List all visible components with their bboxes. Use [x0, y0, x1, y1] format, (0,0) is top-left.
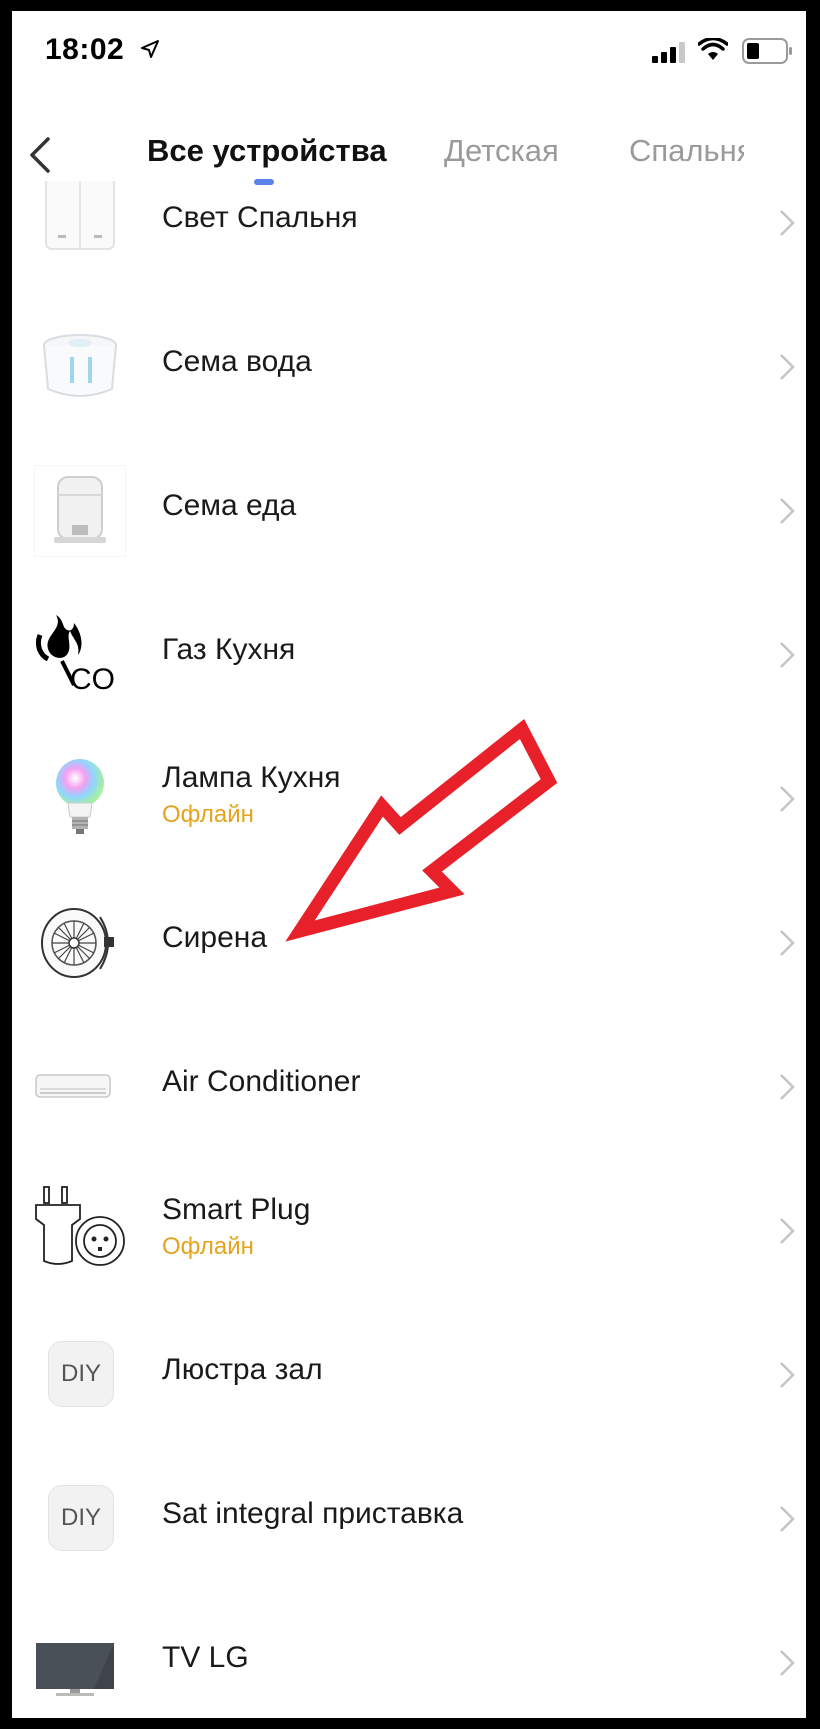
pet-water-fountain-icon — [43, 334, 117, 397]
diy-icon: DIY — [34, 1473, 126, 1565]
device-name: Лампа Кухня — [162, 761, 341, 794]
device-name: Сема вода — [162, 345, 312, 378]
status-time: 18:02 — [45, 33, 125, 66]
tab-all-devices[interactable]: Все устройства — [147, 133, 387, 169]
device-row-siren[interactable]: Сирена — [12, 871, 806, 1015]
siren-icon — [41, 908, 114, 978]
device-row-air-conditioner[interactable]: Air Conditioner — [12, 1015, 806, 1159]
active-tab-indicator — [254, 179, 274, 185]
device-name: Smart Plug — [162, 1193, 311, 1226]
nav-bar: Все устройства Детская Спальня — [12, 101, 806, 191]
bulb-icon — [56, 759, 104, 834]
device-row-pet-water[interactable]: Сема вода — [12, 295, 806, 439]
pet-feeder-icon — [34, 465, 126, 557]
phone-screen: Свет Спальня Сема вода Сема еда CO Газ К… — [12, 11, 806, 1718]
chevron-right-icon — [780, 1362, 795, 1388]
device-name: Air Conditioner — [162, 1065, 361, 1098]
device-row-tv-lg[interactable]: TV LG — [12, 1591, 806, 1718]
device-row-lamp-kitchen[interactable]: Лампа Кухня Офлайн — [12, 727, 806, 871]
device-row-chandelier-hall[interactable]: DIY Люстра зал — [12, 1303, 806, 1447]
chevron-right-icon — [780, 1074, 795, 1100]
location-arrow-icon — [141, 40, 159, 58]
device-row-smart-plug[interactable]: Smart Plug Офлайн — [12, 1159, 806, 1303]
device-status-offline: Офлайн — [162, 1233, 254, 1260]
chevron-right-icon — [780, 642, 795, 668]
tab-bedroom[interactable]: Спальня — [629, 133, 744, 169]
device-name: TV LG — [162, 1641, 249, 1674]
device-name: Сирена — [162, 921, 268, 954]
smart-plug-icon — [35, 1186, 125, 1266]
chevron-right-icon — [780, 930, 795, 956]
diy-icon: DIY — [34, 1329, 126, 1421]
back-chevron-icon[interactable] — [26, 133, 54, 177]
device-status-offline: Офлайн — [162, 801, 254, 828]
device-name: Газ Кухня — [162, 633, 296, 666]
device-row-sat-integral[interactable]: DIY Sat integral приставка — [12, 1447, 806, 1591]
device-name: Sat integral приставка — [162, 1497, 464, 1530]
battery-icon — [742, 38, 792, 64]
device-name: Сема еда — [162, 489, 297, 522]
chevron-right-icon — [780, 1506, 795, 1532]
chevron-right-icon — [780, 210, 795, 236]
chevron-right-icon — [780, 354, 795, 380]
device-name: Свет Спальня — [162, 201, 358, 234]
gas-co-detector-icon: CO — [35, 615, 115, 696]
status-bar: 18:02 — [12, 11, 806, 89]
device-row-pet-feeder[interactable]: Сема еда — [12, 439, 806, 583]
device-name: Люстра зал — [162, 1353, 323, 1386]
tv-icon — [36, 1643, 114, 1696]
tab-kids-room[interactable]: Детская — [444, 133, 559, 169]
cellular-signal-icon — [652, 42, 685, 63]
chevron-right-icon — [780, 1218, 795, 1244]
svg-text:CO: CO — [70, 663, 115, 696]
chevron-right-icon — [780, 498, 795, 524]
device-row-gas-kitchen[interactable]: CO Газ Кухня — [12, 583, 806, 727]
chevron-right-icon — [780, 786, 795, 812]
diy-badge: DIY — [48, 1341, 114, 1407]
wifi-icon — [698, 38, 728, 60]
air-conditioner-icon — [35, 1074, 111, 1098]
diy-badge: DIY — [48, 1485, 114, 1551]
chevron-right-icon — [780, 1650, 795, 1676]
